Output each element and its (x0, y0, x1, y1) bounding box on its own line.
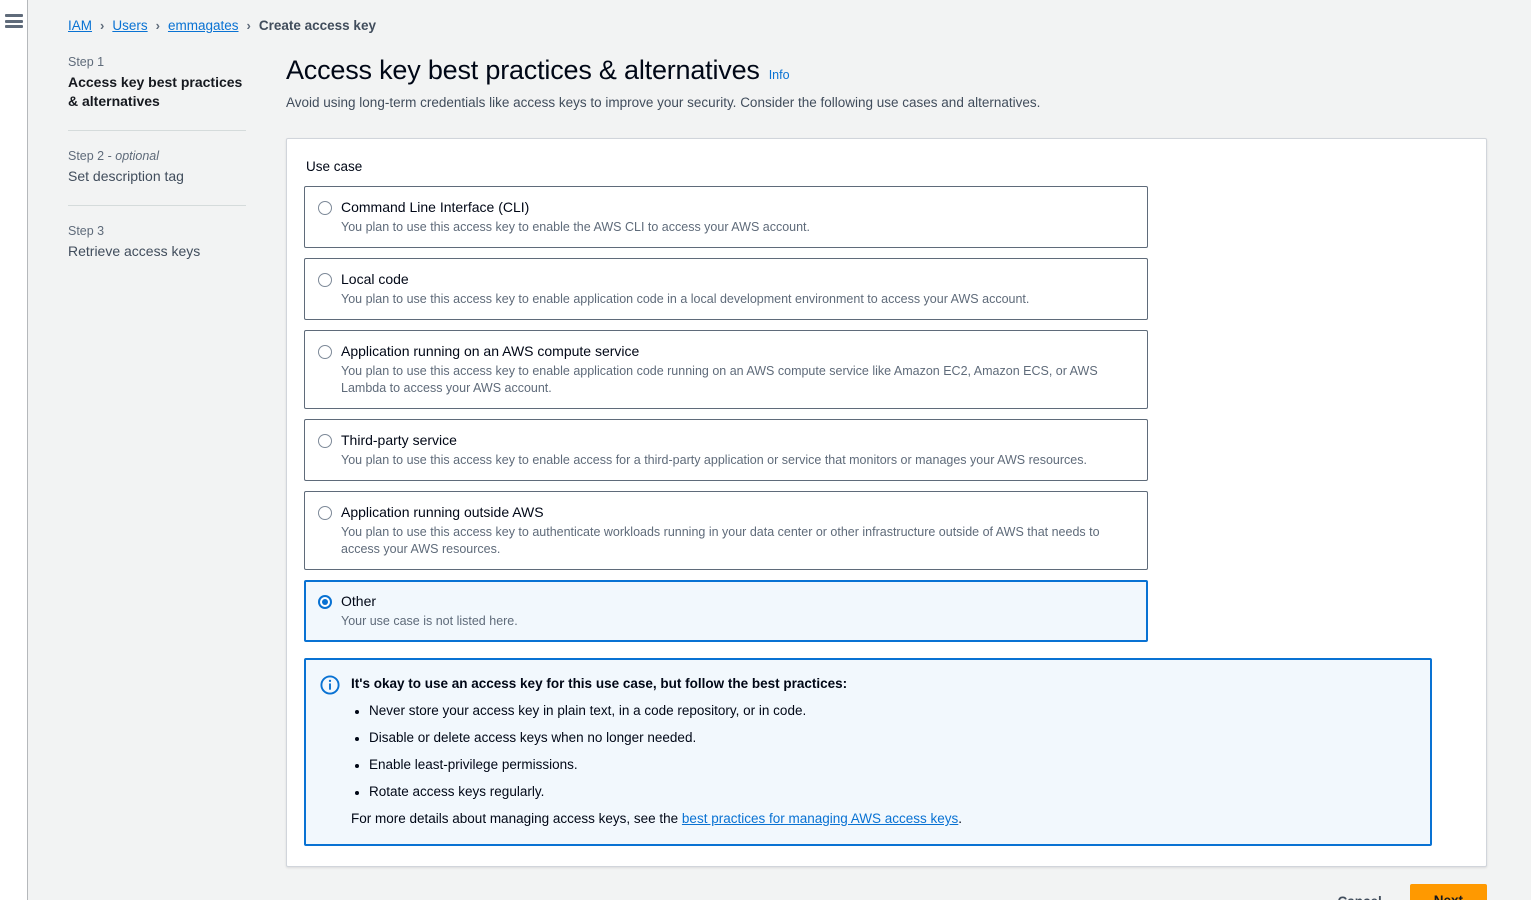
use-case-option-aws-compute[interactable]: Application running on an AWS compute se… (304, 330, 1148, 409)
option-body: Application running on an AWS compute se… (341, 342, 1133, 397)
option-description: You plan to use this access key to enabl… (341, 364, 1098, 395)
page-title: Access key best practices & alternatives (286, 55, 760, 85)
wizard-actions: Cancel Next (28, 867, 1531, 900)
alert-title: It's okay to use an access key for this … (351, 676, 848, 691)
option-description: You plan to use this access key to authe… (341, 525, 1100, 556)
wizard-step-2-label-text: Step 2 - (68, 149, 116, 163)
alert-footer: For more details about managing access k… (351, 810, 1414, 828)
main-content: Access key best practices & alternatives… (286, 53, 1531, 867)
info-circle-icon (320, 675, 340, 695)
alert-body: It's okay to use an access key for this … (351, 674, 1414, 828)
alert-bullet: Never store your access key in plain tex… (369, 702, 1414, 720)
breadcrumb: IAM › Users › emmagates › Create access … (28, 0, 1531, 35)
breadcrumb-item-current: Create access key (258, 18, 376, 33)
wizard-step-2-label: Step 2 - optional (68, 147, 246, 165)
page-heading: Access key best practices & alternatives… (286, 53, 1487, 87)
breadcrumb-separator-icon: › (246, 18, 251, 33)
breadcrumb-separator-icon: › (155, 18, 160, 33)
option-description: Your use case is not listed here. (341, 614, 518, 628)
alert-bullet: Rotate access keys regularly. (369, 783, 1414, 801)
wizard-step-1[interactable]: Step 1 Access key best practices & alter… (68, 53, 246, 113)
breadcrumb-item-user[interactable]: emmagates (168, 17, 239, 35)
page-description: Avoid using long-term credentials like a… (286, 95, 1041, 110)
breadcrumb-item-iam[interactable]: IAM (68, 17, 92, 35)
option-description: You plan to use this access key to enabl… (341, 453, 1087, 467)
option-title: Application running outside AWS (341, 504, 544, 520)
best-practices-link[interactable]: best practices for managing AWS access k… (682, 811, 958, 826)
use-case-option-local-code[interactable]: Local code You plan to use this access k… (304, 258, 1148, 320)
hamburger-bar (4, 19, 23, 23)
use-case-option-third-party[interactable]: Third-party service You plan to use this… (304, 419, 1148, 481)
option-title: Command Line Interface (CLI) (341, 199, 530, 215)
wizard-step-2[interactable]: Step 2 - optional Set description tag (68, 147, 246, 188)
page-layout: Step 1 Access key best practices & alter… (28, 35, 1531, 867)
radio-icon[interactable] (318, 434, 332, 448)
alert-footer-prefix: For more details about managing access k… (351, 811, 682, 826)
best-practices-alert: It's okay to use an access key for this … (304, 658, 1432, 846)
radio-icon[interactable] (318, 273, 332, 287)
use-case-option-cli[interactable]: Command Line Interface (CLI) You plan to… (304, 186, 1148, 248)
use-case-radio-group: Command Line Interface (CLI) You plan to… (304, 186, 1148, 642)
use-case-label: Use case (306, 159, 363, 174)
breadcrumb-separator-icon: › (100, 18, 105, 33)
wizard-step-3[interactable]: Step 3 Retrieve access keys (68, 222, 246, 263)
option-body: Other Your use case is not listed here. (341, 592, 1133, 630)
radio-icon[interactable] (318, 506, 332, 520)
alert-bullet: Disable or delete access keys when no lo… (369, 729, 1414, 747)
use-case-option-other[interactable]: Other Your use case is not listed here. (304, 580, 1148, 642)
alert-footer-suffix: . (958, 811, 963, 826)
info-link[interactable]: Info (769, 68, 790, 82)
use-case-card: Use case Command Line Interface (CLI) Yo… (286, 138, 1487, 867)
option-body: Application running outside AWS You plan… (341, 503, 1133, 558)
steps-divider (68, 205, 246, 206)
option-title: Third-party service (341, 432, 457, 448)
option-description: You plan to use this access key to enabl… (341, 292, 1030, 306)
wizard-step-3-label: Step 3 (68, 224, 105, 238)
option-title: Application running on an AWS compute se… (341, 343, 640, 359)
alert-bullet-list: Never store your access key in plain tex… (369, 702, 1414, 801)
alert-bullet: Enable least-privilege permissions. (369, 756, 1414, 774)
hamburger-icon[interactable] (4, 14, 23, 28)
radio-icon[interactable] (318, 201, 332, 215)
option-body: Command Line Interface (CLI) You plan to… (341, 198, 1133, 236)
option-body: Third-party service You plan to use this… (341, 431, 1133, 469)
app-root: IAM › Users › emmagates › Create access … (0, 0, 1531, 900)
cancel-button[interactable]: Cancel (1325, 888, 1393, 900)
nav-rail (0, 0, 28, 900)
page-container: IAM › Users › emmagates › Create access … (28, 0, 1531, 900)
steps-divider (68, 130, 246, 131)
wizard-step-2-title: Set description tag (68, 168, 184, 184)
hamburger-bar (4, 25, 23, 28)
use-case-option-outside-aws[interactable]: Application running outside AWS You plan… (304, 491, 1148, 570)
option-description: You plan to use this access key to enabl… (341, 220, 811, 234)
wizard-step-1-title: Access key best practices & alternatives (68, 74, 243, 109)
option-title: Other (341, 593, 377, 609)
wizard-step-3-title: Retrieve access keys (68, 243, 201, 259)
wizard-steps-sidebar: Step 1 Access key best practices & alter… (68, 53, 286, 263)
radio-icon-selected[interactable] (318, 595, 332, 609)
wizard-step-2-optional-tag: optional (115, 149, 160, 163)
breadcrumb-item-users[interactable]: Users (112, 17, 147, 35)
hamburger-bar (4, 14, 23, 17)
option-title: Local code (341, 271, 409, 287)
radio-icon[interactable] (318, 345, 332, 359)
next-button[interactable]: Next (1409, 884, 1487, 900)
option-body: Local code You plan to use this access k… (341, 270, 1133, 308)
wizard-step-1-label: Step 1 (68, 55, 105, 69)
